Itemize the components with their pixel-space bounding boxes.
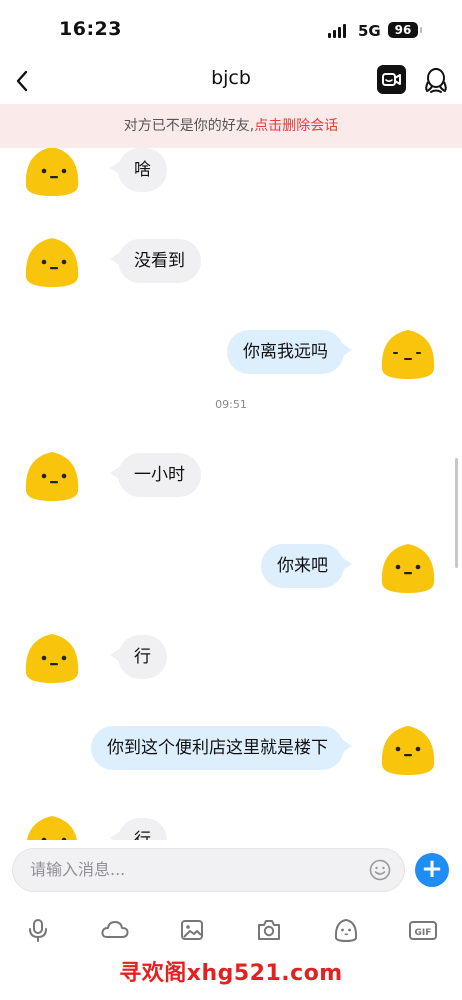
gif-label: GIF: [415, 928, 432, 938]
contact-avatar[interactable]: [22, 448, 82, 503]
chat-area[interactable]: 啥 没看到 你离我远吗 09:51 一小时 你来吧 行 你到这个便利店这里就是楼…: [0, 148, 462, 840]
battery-icon: 96: [388, 22, 422, 38]
video-call-icon[interactable]: [377, 65, 406, 94]
chat-toolbar: GIF: [0, 902, 462, 952]
status-bar: 16:23 5G 96: [0, 0, 462, 58]
contact-avatar[interactable]: [22, 234, 82, 289]
message-timestamp: 09:51: [215, 398, 247, 411]
not-friend-notice: 对方已不是你的好友,点击删除会话: [0, 104, 462, 148]
message-bubble[interactable]: 没看到: [110, 239, 201, 283]
profile-icon[interactable]: [422, 65, 450, 95]
emoji-icon[interactable]: [369, 859, 391, 881]
sticker-icon[interactable]: [332, 916, 360, 944]
input-placeholder: 请输入消息...: [30, 860, 126, 879]
camera-icon[interactable]: [255, 916, 283, 944]
contact-avatar[interactable]: [22, 148, 82, 198]
message-bubble[interactable]: 行: [110, 635, 167, 679]
input-bar: 请输入消息... +: [0, 840, 462, 902]
scrollbar[interactable]: [455, 458, 458, 568]
contact-avatar[interactable]: [22, 812, 82, 840]
image-icon[interactable]: [178, 916, 206, 944]
message-input[interactable]: 请输入消息...: [12, 848, 405, 892]
delete-conversation-link[interactable]: 点击删除会话: [254, 118, 338, 134]
message-bubble[interactable]: 你来吧: [261, 544, 352, 588]
notice-text: 对方已不是你的好友,: [123, 118, 255, 134]
message-bubble[interactable]: 行: [110, 818, 167, 840]
microphone-icon[interactable]: [24, 916, 52, 944]
signal-icon: [328, 24, 348, 38]
status-time: 16:23: [59, 18, 122, 40]
message-bubble[interactable]: 一小时: [110, 453, 201, 497]
self-avatar[interactable]: [378, 722, 438, 777]
contact-avatar[interactable]: [22, 630, 82, 685]
message-bubble[interactable]: 你离我远吗: [227, 330, 352, 374]
message-bubble[interactable]: 你到这个便利店这里就是楼下: [91, 726, 352, 770]
network-label: 5G: [358, 22, 381, 40]
add-button[interactable]: +: [415, 853, 449, 887]
chat-header: bjcb: [0, 58, 462, 104]
self-avatar[interactable]: [378, 326, 438, 381]
cloud-icon[interactable]: [100, 916, 130, 944]
self-avatar[interactable]: [378, 540, 438, 595]
message-bubble[interactable]: 啥: [110, 148, 167, 192]
gif-icon[interactable]: GIF: [408, 916, 438, 944]
watermark: 寻欢阁xhg521.com: [119, 961, 343, 986]
